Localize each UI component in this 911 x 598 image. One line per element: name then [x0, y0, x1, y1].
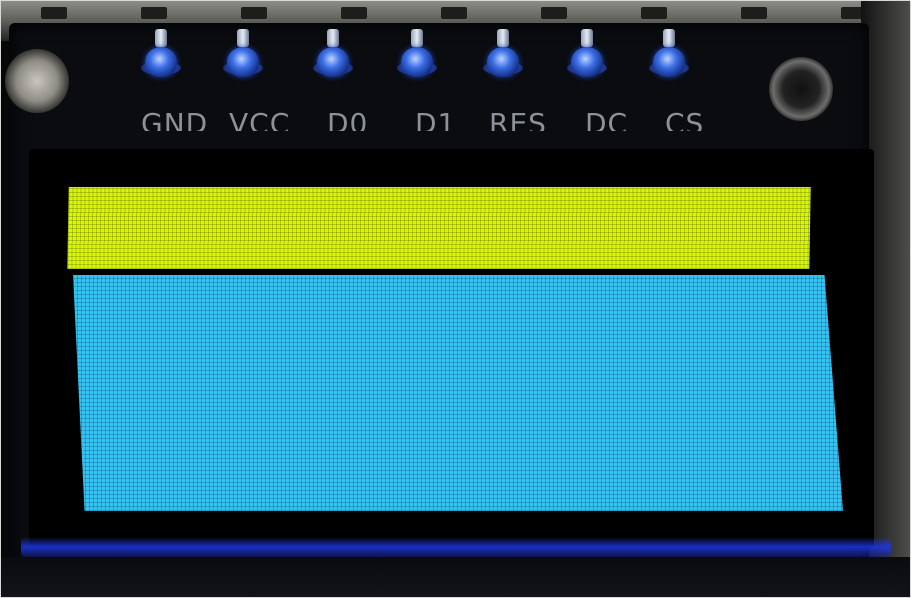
blue-edge-glow	[21, 537, 891, 559]
oled-cyan-region	[73, 275, 843, 511]
oled-module-photo: GND VCC D0 D1 RES DC CS	[0, 0, 911, 598]
breadboard-hole	[241, 7, 267, 19]
header-pin-d1	[397, 29, 437, 93]
header-pin-gnd	[141, 29, 181, 93]
breadboard-hole	[141, 7, 167, 19]
header-pin-dc	[567, 29, 607, 93]
pin-label-dc: DC	[585, 109, 629, 131]
pin-label-vcc: VCC	[229, 109, 291, 131]
mounting-hole-left	[5, 49, 69, 113]
header-pin-res	[483, 29, 523, 93]
pin-label-d0: D0	[327, 109, 369, 131]
mounting-hole-right	[769, 57, 833, 121]
pin-label-d1: D1	[415, 109, 457, 131]
breadboard-hole	[41, 7, 67, 19]
breadboard-hole	[741, 7, 767, 19]
breadboard-hole	[541, 7, 567, 19]
breadboard-hole	[441, 7, 467, 19]
oled-yellow-region	[67, 187, 811, 269]
pin-label-gnd: GND	[141, 109, 209, 131]
header-pin-d0	[313, 29, 353, 93]
pin-label-res: RES	[489, 109, 547, 131]
module-bottom-edge	[1, 557, 910, 597]
header-pin-vcc	[223, 29, 263, 93]
header-pin-cs	[649, 29, 689, 93]
breadboard-hole	[641, 7, 667, 19]
pin-label-cs: CS	[665, 109, 705, 131]
breadboard-hole	[341, 7, 367, 19]
